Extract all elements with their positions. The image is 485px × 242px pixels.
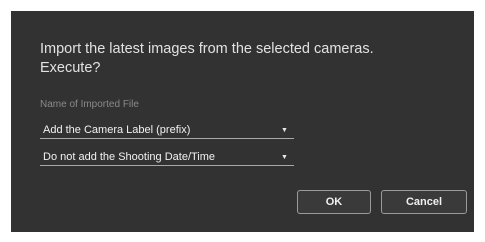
chevron-down-icon: ▼ — [281, 154, 288, 161]
ok-button[interactable]: OK — [297, 190, 371, 214]
camera-label-prefix-select[interactable]: Add the Camera Label (prefix) ▼ — [40, 122, 294, 139]
camera-label-prefix-value: Add the Camera Label (prefix) — [43, 124, 191, 136]
dialog-message: Import the latest images from the select… — [40, 40, 460, 78]
message-line-2: Execute? — [40, 60, 101, 76]
imported-file-name-label: Name of Imported File — [40, 99, 139, 110]
cancel-button[interactable]: Cancel — [381, 190, 467, 214]
chevron-down-icon: ▼ — [281, 127, 288, 134]
message-line-1: Import the latest images from the select… — [40, 41, 374, 57]
shooting-date-time-value: Do not add the Shooting Date/Time — [43, 151, 216, 163]
shooting-date-time-select[interactable]: Do not add the Shooting Date/Time ▼ — [40, 149, 294, 166]
